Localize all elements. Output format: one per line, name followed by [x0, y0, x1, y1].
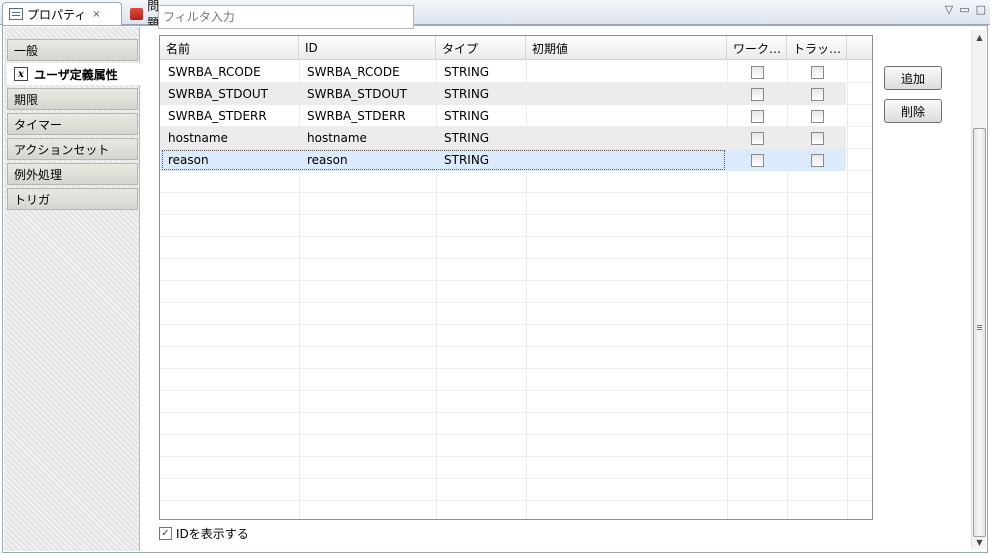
table-row[interactable]: SWRBA_RCODE SWRBA_RCODE STRING: [160, 61, 846, 83]
column-header-name[interactable]: 名前: [160, 36, 299, 60]
column-header-track[interactable]: トラッ…: [787, 36, 847, 60]
work-checkbox[interactable]: [751, 66, 764, 79]
cell-id: SWRBA_STDOUT: [307, 87, 408, 101]
property-sidebar: 一般 x ユーザ定義属性 期限 タイマー アクションセット 例外処理 トリガ: [4, 27, 141, 551]
attributes-table: 名前 ID タイプ 初期値 ワーク… トラッ… SWRBA_RCODE SWRB…: [159, 35, 873, 520]
cell-id: hostname: [307, 131, 367, 145]
column-header-type[interactable]: タイプ: [436, 36, 526, 60]
cell-id: SWRBA_RCODE: [307, 65, 400, 79]
cell-name: SWRBA_STDERR: [168, 109, 267, 123]
table-row[interactable]: reason reason STRING: [160, 149, 846, 171]
sidebar-item-action-set[interactable]: アクションセット: [7, 138, 138, 160]
checkmark-icon: ✓: [161, 527, 170, 539]
grid-line: [160, 280, 872, 281]
cell-initial: [526, 105, 534, 127]
column-header-initial[interactable]: 初期値: [526, 36, 727, 60]
show-id-label: IDを表示する: [176, 527, 249, 541]
column-header-work[interactable]: ワーク…: [727, 36, 787, 60]
sidebar-item-label: ユーザ定義属性: [34, 67, 118, 82]
view-menu-icon[interactable]: ▽: [945, 3, 953, 16]
cell-type: STRING: [444, 131, 490, 145]
cell-type: STRING: [444, 65, 490, 79]
table-header: 名前 ID タイプ 初期値 ワーク… トラッ…: [160, 36, 872, 60]
problems-icon: [130, 7, 144, 20]
track-checkbox[interactable]: [811, 66, 824, 79]
grid-line: [160, 192, 872, 193]
work-checkbox[interactable]: [751, 132, 764, 145]
maximize-icon[interactable]: □: [976, 3, 986, 16]
grid-line: [160, 302, 872, 303]
cell-type: STRING: [444, 87, 490, 101]
tab-properties-label: プロパティ: [27, 7, 87, 22]
minimize-icon[interactable]: ▭: [959, 3, 969, 16]
vertical-scrollbar[interactable]: ▲ ▼: [971, 30, 986, 549]
sidebar-item-label: 例外処理: [14, 167, 63, 182]
grid-line: [847, 60, 848, 519]
scroll-up-icon[interactable]: ▲: [972, 30, 987, 44]
column-header-id[interactable]: ID: [299, 36, 436, 60]
grid-line: [160, 390, 872, 391]
cell-name: hostname: [168, 131, 228, 145]
cell-name: SWRBA_RCODE: [168, 65, 261, 79]
cell-initial: [526, 149, 534, 171]
grid-line: [160, 500, 872, 501]
sidebar-item-label: 期限: [14, 92, 39, 107]
work-checkbox[interactable]: [751, 88, 764, 101]
sidebar-item-label: アクションセット: [14, 142, 110, 157]
grid-line: [160, 346, 872, 347]
scroll-down-icon[interactable]: ▼: [972, 535, 987, 549]
sidebar-item-label: トリガ: [14, 192, 51, 207]
table-row[interactable]: SWRBA_STDERR SWRBA_STDERR STRING: [160, 105, 846, 127]
x-variable-icon: x: [14, 67, 28, 81]
cell-type: STRING: [444, 109, 490, 123]
cell-name: SWRBA_STDOUT: [168, 87, 269, 101]
show-id-checkbox[interactable]: ✓: [159, 527, 172, 540]
sidebar-item-deadline[interactable]: 期限: [7, 88, 138, 110]
work-checkbox[interactable]: [751, 110, 764, 123]
grid-line: [160, 456, 872, 457]
grid-line: [160, 324, 872, 325]
cell-initial: [526, 83, 534, 105]
cell-id: reason: [307, 153, 348, 167]
delete-button[interactable]: 削除: [884, 99, 942, 123]
cell-name: reason: [168, 153, 209, 167]
scrollbar-thumb[interactable]: [973, 128, 986, 537]
grid-line: [160, 214, 872, 215]
work-checkbox[interactable]: [751, 154, 764, 167]
add-button[interactable]: 追加: [884, 66, 942, 90]
properties-icon: [9, 8, 23, 20]
cell-initial: [526, 61, 534, 83]
cell-type: STRING: [444, 153, 490, 167]
track-checkbox[interactable]: [811, 88, 824, 101]
track-checkbox[interactable]: [811, 154, 824, 167]
grid-line: [160, 258, 872, 259]
sidebar-item-general[interactable]: 一般: [7, 39, 138, 61]
grid-line: [160, 478, 872, 479]
close-icon[interactable]: ×: [92, 9, 100, 20]
grid-line: [160, 368, 872, 369]
sidebar-item-timer[interactable]: タイマー: [7, 113, 138, 135]
sidebar-item-user-attributes[interactable]: x ユーザ定義属性: [7, 63, 141, 85]
sidebar-item-trigger[interactable]: トリガ: [7, 188, 138, 210]
table-row[interactable]: hostname hostname STRING: [160, 127, 846, 149]
sidebar-item-exception[interactable]: 例外処理: [7, 163, 138, 185]
table-row[interactable]: SWRBA_STDOUT SWRBA_STDOUT STRING: [160, 83, 846, 105]
sidebar-item-label: タイマー: [14, 117, 63, 132]
filter-input[interactable]: [158, 5, 414, 29]
grid-line: [160, 434, 872, 435]
view-buttons: ▽ ▭ □: [945, 3, 986, 16]
cell-id: SWRBA_STDERR: [307, 109, 406, 123]
grid-line: [160, 412, 872, 413]
tab-properties[interactable]: プロパティ ×: [2, 2, 122, 25]
show-id-option[interactable]: ✓ IDを表示する: [159, 525, 249, 542]
track-checkbox[interactable]: [811, 110, 824, 123]
sidebar-item-label: 一般: [14, 43, 39, 58]
cell-initial: [526, 127, 534, 149]
grid-line: [160, 236, 872, 237]
view-tab-strip: プロパティ × 問題 ▽ ▭ □: [0, 0, 990, 30]
track-checkbox[interactable]: [811, 132, 824, 145]
